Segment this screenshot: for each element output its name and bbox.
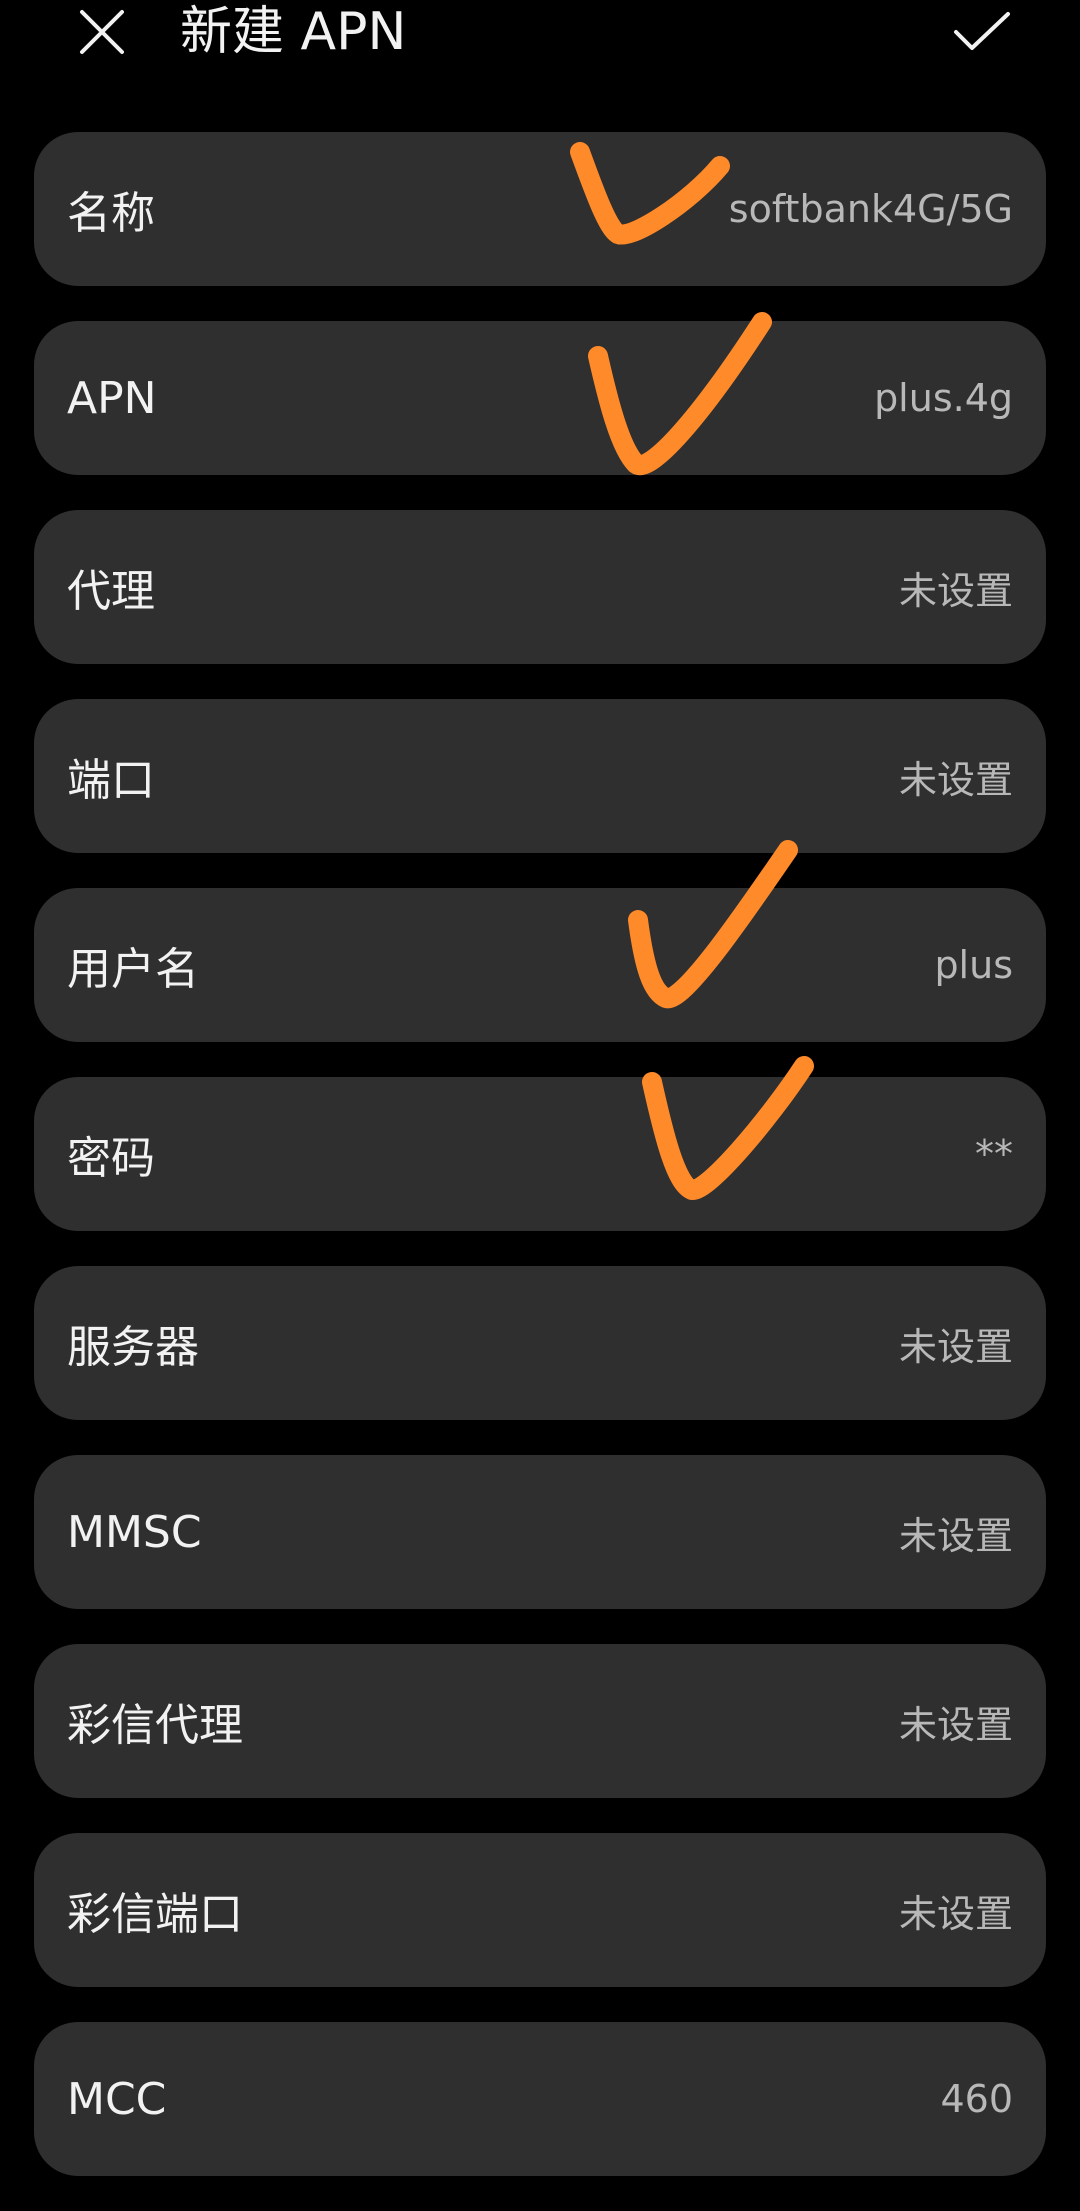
field-label-name: 名称 <box>67 188 155 239</box>
field-row-mcc[interactable]: MCC 460 <box>34 2022 1046 2176</box>
field-row-apn[interactable]: APN plus.4g <box>34 321 1046 475</box>
field-label-apn: APN <box>67 372 157 424</box>
close-icon <box>80 10 124 54</box>
checkmark-icon <box>954 12 1010 50</box>
field-label-username: 用户名 <box>67 944 199 995</box>
field-value-port: 未设置 <box>898 757 1013 802</box>
top-app-bar: 新建 APN <box>0 0 1080 70</box>
field-row-mms-port[interactable]: 彩信端口 未设置 <box>34 1833 1046 1987</box>
field-row-username[interactable]: 用户名 plus <box>34 888 1046 1042</box>
field-label-mms-proxy: 彩信代理 <box>67 1700 243 1751</box>
field-value-password: ** <box>975 1132 1013 1176</box>
field-row-mmsc[interactable]: MMSC 未设置 <box>34 1455 1046 1609</box>
field-row-port[interactable]: 端口 未设置 <box>34 699 1046 853</box>
field-row-server[interactable]: 服务器 未设置 <box>34 1266 1046 1420</box>
field-label-port: 端口 <box>67 755 155 806</box>
field-label-mcc: MCC <box>67 2073 167 2125</box>
field-label-mmsc: MMSC <box>67 1506 202 1558</box>
field-value-server: 未设置 <box>898 1324 1013 1369</box>
apn-settings-list: 名称 softbank4G/5G APN plus.4g 代理 未设置 端口 未… <box>34 132 1046 2211</box>
field-value-mms-port: 未设置 <box>898 1891 1013 1936</box>
field-row-password[interactable]: 密码 ** <box>34 1077 1046 1231</box>
close-button[interactable] <box>70 0 134 64</box>
field-value-name: softbank4G/5G <box>728 187 1013 231</box>
field-value-mcc: 460 <box>940 2077 1013 2121</box>
field-value-username: plus <box>934 943 1013 987</box>
field-label-mms-port: 彩信端口 <box>67 1889 243 1940</box>
page-title: 新建 APN <box>180 2 407 62</box>
field-value-mmsc: 未设置 <box>898 1513 1013 1558</box>
field-label-proxy: 代理 <box>67 566 155 617</box>
field-label-password: 密码 <box>67 1133 155 1184</box>
field-value-apn: plus.4g <box>874 376 1013 420</box>
field-row-name[interactable]: 名称 softbank4G/5G <box>34 132 1046 286</box>
field-value-proxy: 未设置 <box>898 568 1013 613</box>
field-row-mms-proxy[interactable]: 彩信代理 未设置 <box>34 1644 1046 1798</box>
field-value-mms-proxy: 未设置 <box>898 1702 1013 1747</box>
field-row-proxy[interactable]: 代理 未设置 <box>34 510 1046 664</box>
field-label-server: 服务器 <box>67 1322 199 1373</box>
confirm-button[interactable] <box>950 0 1014 64</box>
